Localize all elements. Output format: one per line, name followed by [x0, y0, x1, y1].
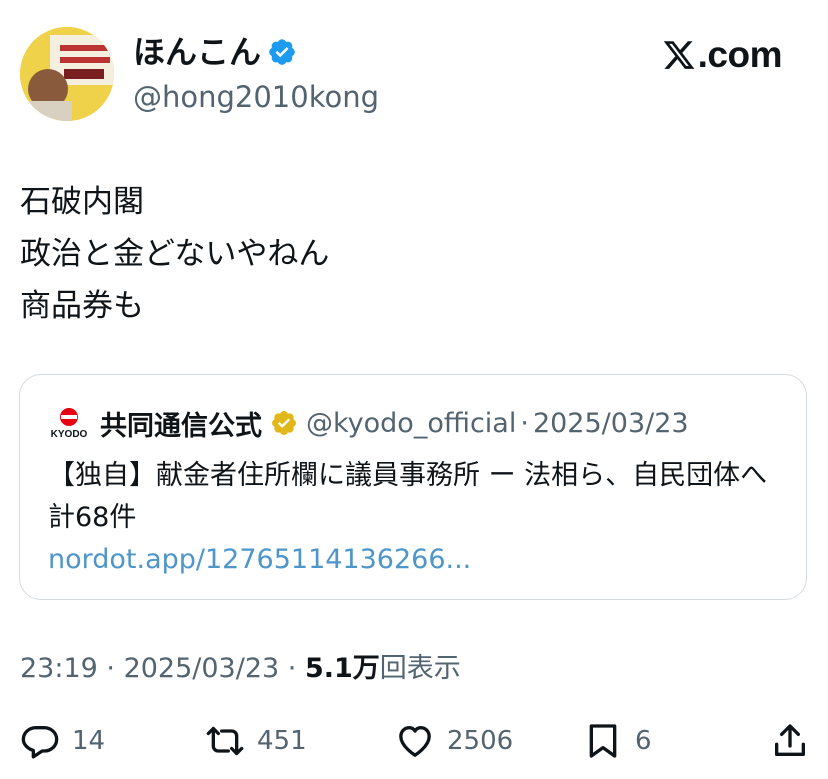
tweet-line: 商品券も: [20, 288, 144, 324]
author-handle[interactable]: @hong2010kong: [133, 78, 379, 116]
verified-badge-icon: [269, 39, 295, 65]
x-com-logo: .com: [662, 30, 783, 80]
quote-author-handle[interactable]: @kyodo_official: [306, 408, 516, 439]
tweet-line: 政治と金どないやねん: [20, 236, 330, 272]
bookmark-count: 6: [635, 726, 652, 756]
views-count[interactable]: 5.1万: [305, 653, 380, 684]
reply-count: 14: [72, 726, 106, 756]
quote-header: KYODO 共同通信公式 @kyodo_official · 2025/03/2…: [48, 403, 689, 443]
quote-date[interactable]: 2025/03/23: [533, 408, 689, 439]
repost-icon: [206, 726, 244, 756]
quoted-tweet-card[interactable]: KYODO 共同通信公式 @kyodo_official · 2025/03/2…: [19, 374, 807, 600]
quote-body-text: 【独自】献金者住所欄に議員事務所 ー 法相ら、自民団体へ計68件: [48, 460, 768, 533]
action-bar: 14 451 2506 6: [0, 716, 828, 766]
share-icon: [775, 724, 805, 756]
tweet-meta: 23:19 · 2025/03/23 · 5.1万回表示: [20, 648, 461, 690]
avatar[interactable]: [20, 27, 114, 121]
gold-verified-badge-icon: [272, 411, 296, 435]
tweet-text: 石破内閣 政治と金どないやねん 商品券も: [20, 176, 329, 332]
meta-separator: ·: [97, 653, 124, 684]
tweet-line: 石破内閣: [20, 184, 144, 220]
tweet-date[interactable]: 2025/03/23: [124, 653, 280, 684]
kyodo-logo[interactable]: KYODO: [48, 406, 90, 440]
views-label[interactable]: 回表示: [380, 653, 461, 684]
bookmark-button[interactable]: 6: [583, 716, 652, 766]
bookmark-icon: [589, 724, 617, 758]
brand-domain-label: .com: [697, 34, 783, 75]
heart-icon: [399, 726, 431, 757]
like-button[interactable]: 2506: [395, 716, 513, 766]
avatar-image: [20, 27, 114, 121]
quote-author-name[interactable]: 共同通信公式: [100, 404, 262, 443]
author-name-row[interactable]: ほんこん: [133, 30, 297, 74]
reply-button[interactable]: 14: [20, 716, 105, 766]
repost-count: 451: [257, 726, 307, 756]
kyodo-logo-text: KYODO: [51, 429, 88, 440]
repost-button[interactable]: 451: [205, 716, 307, 766]
tweet-time[interactable]: 23:19: [20, 653, 98, 684]
reply-icon: [21, 726, 59, 759]
meta-separator: ·: [279, 653, 305, 684]
share-button[interactable]: [770, 716, 810, 766]
quote-separator: ·: [520, 407, 529, 439]
kyodo-logo-mark-icon: KYODO: [51, 408, 88, 440]
x-logo-icon: [663, 41, 694, 69]
like-count: 2506: [447, 726, 514, 756]
author-display-name[interactable]: ほんこん: [133, 30, 261, 74]
quote-link[interactable]: nordot.app/12765114136266...: [48, 539, 471, 581]
